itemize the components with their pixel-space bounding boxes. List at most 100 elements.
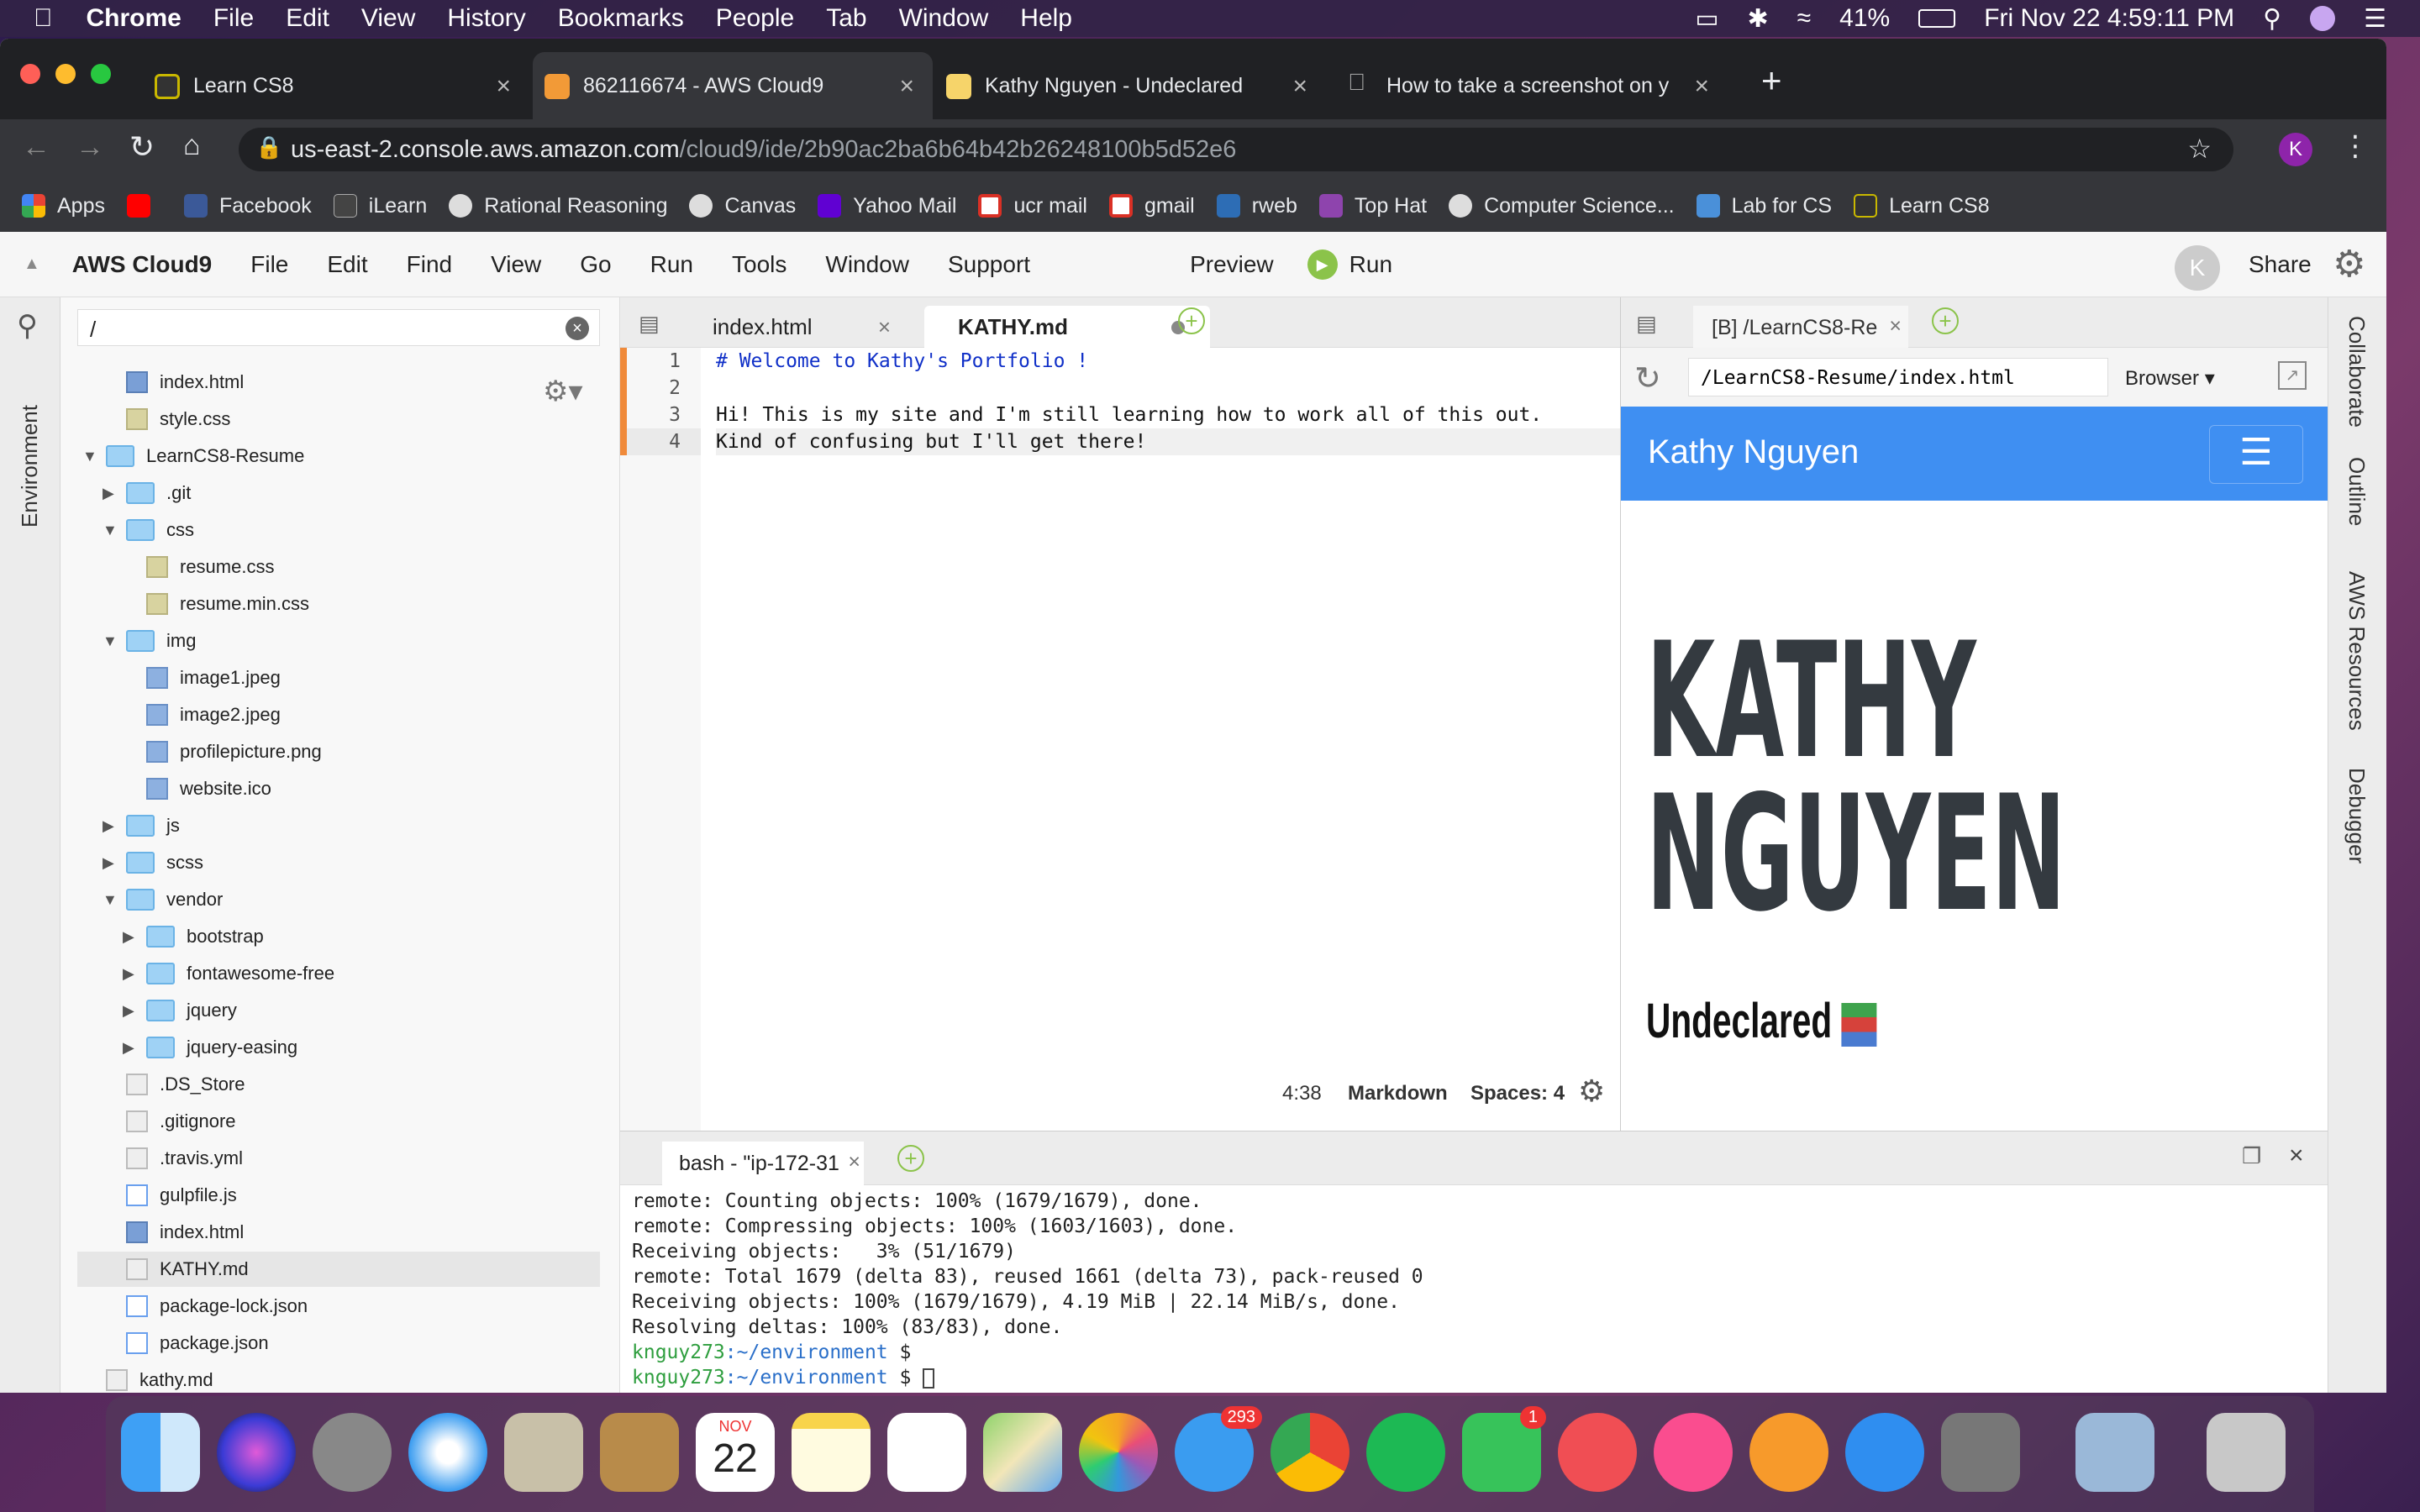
collapse-menu-icon[interactable]: ▲ <box>24 255 40 274</box>
share-button[interactable]: Share <box>2249 251 2312 278</box>
menubar-edit[interactable]: Edit <box>286 4 329 33</box>
bookmark-top-hat[interactable]: Top Hat <box>1318 194 1427 218</box>
c9-menu-file[interactable]: File <box>250 251 288 278</box>
add-terminal-icon[interactable]: + <box>897 1145 924 1172</box>
battery-icon[interactable] <box>1918 9 1956 28</box>
safari-icon[interactable] <box>408 1413 487 1492</box>
tree-item[interactable]: index.html <box>77 365 600 400</box>
news-icon[interactable] <box>1558 1413 1637 1492</box>
forward-arrow-icon[interactable]: → <box>76 131 104 164</box>
c9-menu-go[interactable]: Go <box>580 251 611 278</box>
tree-item[interactable]: kathy.md <box>77 1362 600 1393</box>
preview-url-input[interactable]: /LearnCS8-Resume/index.html <box>1688 358 2108 396</box>
hamburger-menu-icon[interactable]: ☰ <box>2209 425 2303 484</box>
bookmark-ilearn[interactable]: iLearn <box>333 194 427 218</box>
clock[interactable]: Fri Nov 22 4:59:11 PM <box>1984 4 2234 33</box>
spotlight-search-icon[interactable]: ⚲ <box>2263 4 2281 34</box>
messages-icon[interactable]: 293 <box>1175 1406 1262 1492</box>
run-button[interactable]: Run <box>1349 251 1392 278</box>
music-icon[interactable] <box>1654 1413 1733 1492</box>
tab-learn-cs8[interactable]: Learn CS8 × <box>143 52 529 119</box>
minimize-window-button[interactable] <box>55 64 76 84</box>
tree-item[interactable]: package.json <box>77 1326 600 1361</box>
chrome-menu-icon[interactable]: ⋮ <box>2341 129 2370 163</box>
cloud9-brand[interactable]: AWS Cloud9 <box>72 251 212 278</box>
popout-icon[interactable]: ↗ <box>2278 361 2307 390</box>
collapsed-arrow-icon[interactable]: ▶ <box>123 965 138 983</box>
tree-item[interactable]: ▶ scss <box>77 845 600 880</box>
notification-center-icon[interactable]: ☰ <box>2364 4 2386 34</box>
c9-menu-tools[interactable]: Tools <box>732 251 786 278</box>
tree-item[interactable]: .travis.yml <box>77 1141 600 1176</box>
menubar-bookmarks[interactable]: Bookmarks <box>558 4 684 33</box>
menubar-history[interactable]: History <box>447 4 525 33</box>
bookmark-computer-science[interactable]: Computer Science... <box>1449 194 1675 218</box>
bookmark-apps[interactable]: Apps <box>22 194 105 218</box>
debugger-panel-tab[interactable]: Debugger <box>2344 768 2370 864</box>
c9-menu-find[interactable]: Find <box>407 251 452 278</box>
tree-search-input[interactable]: / <box>90 317 96 343</box>
tree-item[interactable]: ▼ img <box>77 623 600 659</box>
bookmark-ucr-mail[interactable]: ucr mail <box>978 194 1087 218</box>
add-tab-icon[interactable]: + <box>1178 307 1205 334</box>
tree-item[interactable]: KATHY.md <box>77 1252 600 1287</box>
user-avatar[interactable]: K <box>2175 245 2220 291</box>
terminal-output[interactable]: remote: Counting objects: 100% (1679/167… <box>632 1189 1423 1390</box>
reminders-icon[interactable] <box>887 1413 966 1492</box>
facetime-icon[interactable]: 1 <box>1462 1406 1546 1492</box>
launchpad-icon[interactable] <box>313 1413 392 1492</box>
menubar-app-name[interactable]: Chrome <box>87 4 182 33</box>
collapsed-arrow-icon[interactable]: ▶ <box>123 928 138 946</box>
bookmark-lab-for-cs[interactable]: Lab for CS <box>1696 194 1832 218</box>
notes-icon[interactable] <box>792 1413 871 1492</box>
profile-avatar[interactable]: K <box>2279 133 2312 166</box>
expanded-arrow-icon[interactable]: ▼ <box>103 891 118 909</box>
editor-settings-gear-icon[interactable]: ⚙ <box>1578 1074 1605 1109</box>
reload-icon[interactable]: ↻ <box>129 129 155 165</box>
collapsed-arrow-icon[interactable]: ▶ <box>123 1002 138 1020</box>
run-icon[interactable]: ▶ <box>1307 249 1338 280</box>
bookmark-gmail[interactable]: gmail <box>1108 194 1195 218</box>
menubar-tab[interactable]: Tab <box>826 4 866 33</box>
finder-icon[interactable] <box>121 1413 200 1492</box>
browser-dropdown[interactable]: Browser ▾ <box>2125 366 2215 391</box>
bookmark-youtube[interactable] <box>126 194 162 218</box>
bookmark-rweb[interactable]: rweb <box>1216 194 1297 218</box>
calendar-icon[interactable]: NOV 22 <box>696 1413 775 1492</box>
maximize-panel-icon[interactable]: ❐ <box>2242 1143 2261 1169</box>
tree-search-field[interactable]: / × <box>77 309 600 346</box>
new-tab-button[interactable]: + <box>1761 60 1782 101</box>
apple-icon[interactable]:  <box>34 4 53 33</box>
collapsed-arrow-icon[interactable]: ▶ <box>103 485 118 502</box>
wifi-icon[interactable]: ≈ <box>1797 4 1811 33</box>
bookmark-facebook[interactable]: Facebook <box>183 194 312 218</box>
mail-icon[interactable] <box>504 1413 583 1492</box>
tree-item[interactable]: profilepicture.png <box>77 734 600 769</box>
spotify-icon[interactable] <box>1366 1413 1445 1492</box>
tab-aws-cloud9[interactable]: 862116674 - AWS Cloud9 × <box>533 52 933 119</box>
system-preferences-icon[interactable] <box>1941 1413 2020 1492</box>
environment-panel-tab[interactable]: Environment <box>17 405 43 528</box>
terminal-tab[interactable]: bash - "ip-172-31 × <box>662 1142 864 1185</box>
bookmark-learn-cs8[interactable]: Learn CS8 <box>1854 194 1990 218</box>
tree-item[interactable]: ▶ jquery-easing <box>77 1030 600 1065</box>
tab-screenshot-howto[interactable]:  How to take a screenshot on y × <box>1336 52 1728 119</box>
chrome-icon[interactable] <box>1270 1413 1349 1492</box>
tab-menu-icon[interactable]: ▤ <box>1636 311 1657 337</box>
search-icon[interactable]: ⚲ <box>17 309 38 343</box>
tree-item[interactable]: ▶ bootstrap <box>77 919 600 954</box>
expanded-arrow-icon[interactable]: ▼ <box>103 633 118 650</box>
settings-gear-icon[interactable]: ⚙ <box>2333 243 2365 286</box>
editor-tab-index-html[interactable]: index.html × <box>620 306 911 348</box>
expanded-arrow-icon[interactable]: ▼ <box>103 522 118 539</box>
back-arrow-icon[interactable]: ← <box>22 131 50 164</box>
zoom-window-button[interactable] <box>91 64 111 84</box>
siri-icon[interactable] <box>217 1413 296 1492</box>
close-window-button[interactable] <box>20 64 40 84</box>
close-tab-icon[interactable]: × <box>1292 72 1307 101</box>
code-area[interactable]: # Welcome to Kathy's Portfolio ! Hi! Thi… <box>701 348 1620 1131</box>
c9-menu-view[interactable]: View <box>491 251 541 278</box>
outline-panel-tab[interactable]: Outline <box>2344 457 2370 526</box>
tree-item[interactable]: .gitignore <box>77 1104 600 1139</box>
bookmark-star-icon[interactable]: ☆ <box>2187 133 2212 165</box>
